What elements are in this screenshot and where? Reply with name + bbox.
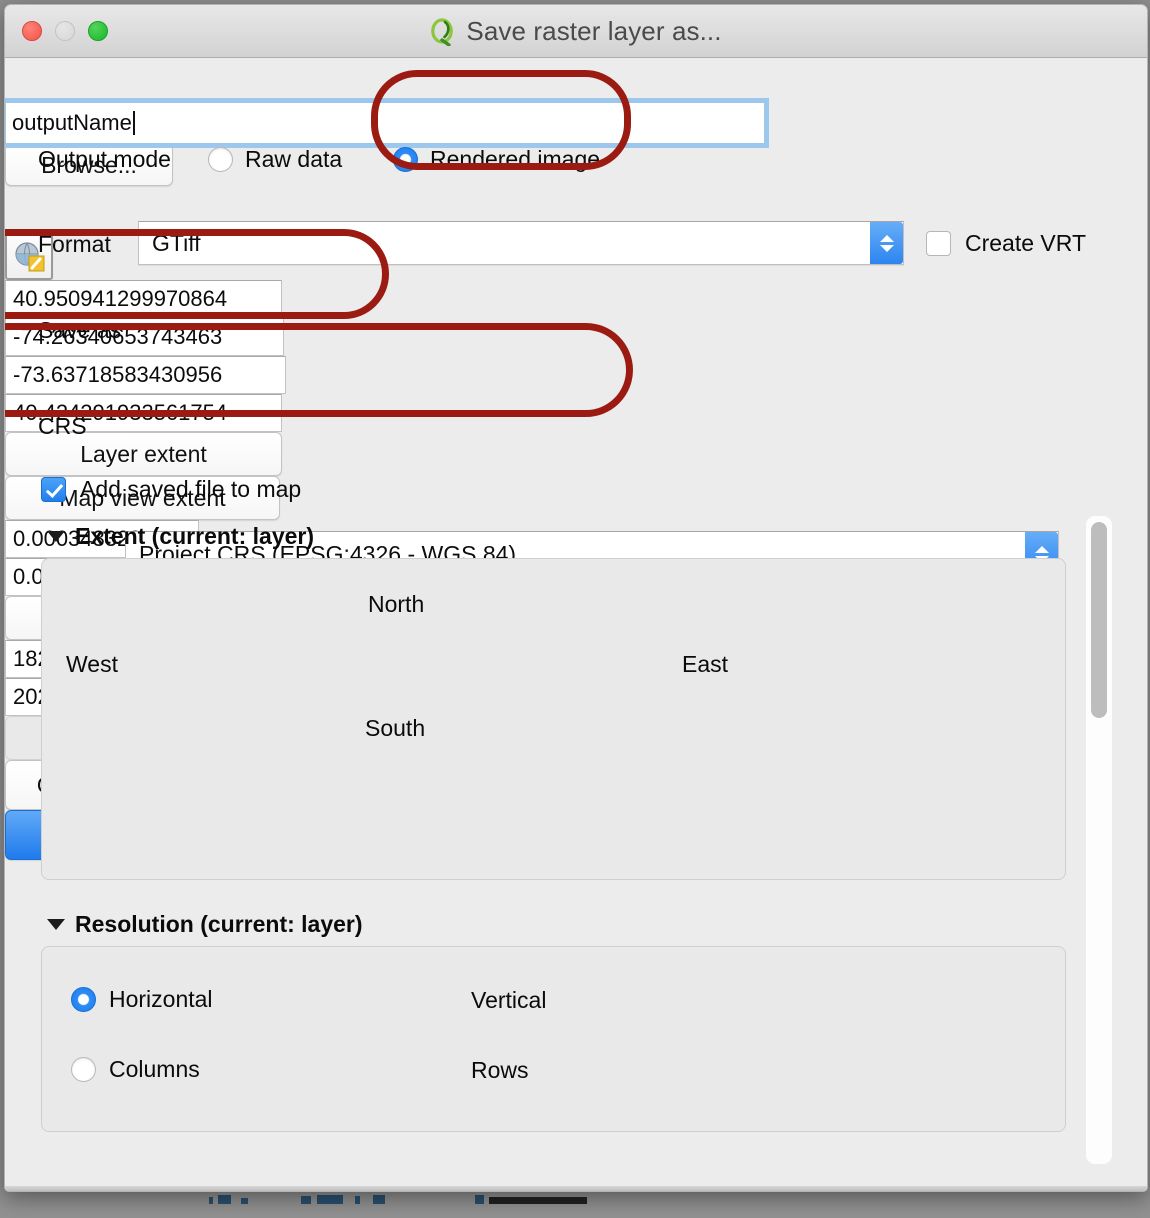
window-title: Save raster layer as...	[466, 16, 722, 46]
crs-label: CRS	[38, 413, 87, 439]
collapse-triangle-icon[interactable]	[47, 531, 65, 542]
save-as-label-wrap: Save as	[38, 317, 121, 344]
dialog-bottom-edge	[5, 1186, 1147, 1191]
columns-radio[interactable]	[71, 1057, 96, 1082]
north-label-wrap: North	[368, 591, 424, 618]
qgis-logo-icon	[430, 17, 456, 46]
output-mode-label: Output mode	[38, 146, 171, 172]
add-saved-file-label: Add saved file to map	[80, 476, 302, 502]
rows-label-wrap: Rows	[471, 1057, 529, 1084]
vertical-label-wrap: Vertical	[471, 987, 546, 1014]
columns-label: Columns	[109, 1056, 200, 1082]
north-input[interactable]: 40.950941299970864	[5, 280, 282, 318]
crs-label-wrap: CRS	[38, 413, 87, 440]
east-input[interactable]: -73.63718583430956	[5, 356, 286, 394]
title-bar[interactable]: Save raster layer as...	[5, 5, 1147, 58]
background-app-text-blur	[205, 1193, 625, 1205]
extent-groupbox	[41, 558, 1066, 880]
format-stepper-icon[interactable]	[870, 222, 903, 264]
rendered-image-radio[interactable]	[393, 147, 418, 172]
horizontal-label: Horizontal	[109, 986, 213, 1012]
rendered-image-option[interactable]: Rendered image	[393, 146, 600, 173]
save-as-label: Save as	[38, 317, 122, 343]
raw-data-label: Raw data	[245, 146, 343, 172]
south-label-wrap: South	[365, 715, 425, 742]
add-saved-file-checkbox[interactable]	[41, 477, 66, 502]
raw-data-option[interactable]: Raw data	[208, 146, 342, 173]
rows-label: Rows	[471, 1057, 529, 1083]
west-label: West	[66, 651, 118, 677]
add-saved-file-option[interactable]: Add saved file to map	[41, 476, 301, 503]
north-label: North	[368, 591, 425, 617]
rendered-image-label: Rendered image	[430, 146, 601, 172]
vertical-label: Vertical	[471, 987, 547, 1013]
extent-section-header[interactable]: Extent (current: layer)	[47, 523, 314, 550]
text-caret	[132, 111, 135, 135]
format-label: Format	[38, 231, 111, 257]
west-label-wrap: West	[66, 651, 118, 678]
horizontal-radio[interactable]	[71, 987, 96, 1012]
save-raster-layer-dialog: Save raster layer as... Output mode Raw …	[4, 4, 1148, 1192]
resolution-section-header[interactable]: Resolution (current: layer)	[47, 911, 363, 938]
south-label: South	[365, 715, 426, 741]
create-vrt-checkbox[interactable]	[926, 231, 951, 256]
create-vrt-label: Create VRT	[965, 230, 1087, 256]
output-mode-row: Output mode	[38, 146, 171, 173]
title-container: Save raster layer as...	[5, 16, 1147, 47]
horizontal-option[interactable]: Horizontal	[71, 986, 213, 1013]
columns-option[interactable]: Columns	[71, 1056, 200, 1083]
scrollbar-thumb[interactable]	[1091, 522, 1107, 718]
extent-header-label: Extent (current: layer)	[75, 523, 315, 549]
east-label-wrap: East	[682, 651, 728, 678]
format-label-wrap: Format	[38, 231, 111, 258]
dialog-body: Output mode Raw data Rendered image Form…	[5, 58, 1147, 1191]
format-combobox[interactable]: GTiff	[138, 221, 904, 265]
east-label: East	[682, 651, 729, 677]
collapse-triangle-icon-resolution[interactable]	[47, 919, 65, 930]
save-as-value: outputName	[12, 110, 132, 135]
create-vrt-option[interactable]: Create VRT	[926, 230, 1086, 257]
scrollbar-track[interactable]	[1086, 516, 1112, 1164]
resolution-header-label: Resolution (current: layer)	[75, 911, 363, 937]
format-value: GTiff	[152, 229, 201, 256]
resolution-groupbox	[41, 946, 1066, 1132]
save-as-input[interactable]: outputName	[5, 98, 769, 148]
raw-data-radio[interactable]	[208, 147, 233, 172]
